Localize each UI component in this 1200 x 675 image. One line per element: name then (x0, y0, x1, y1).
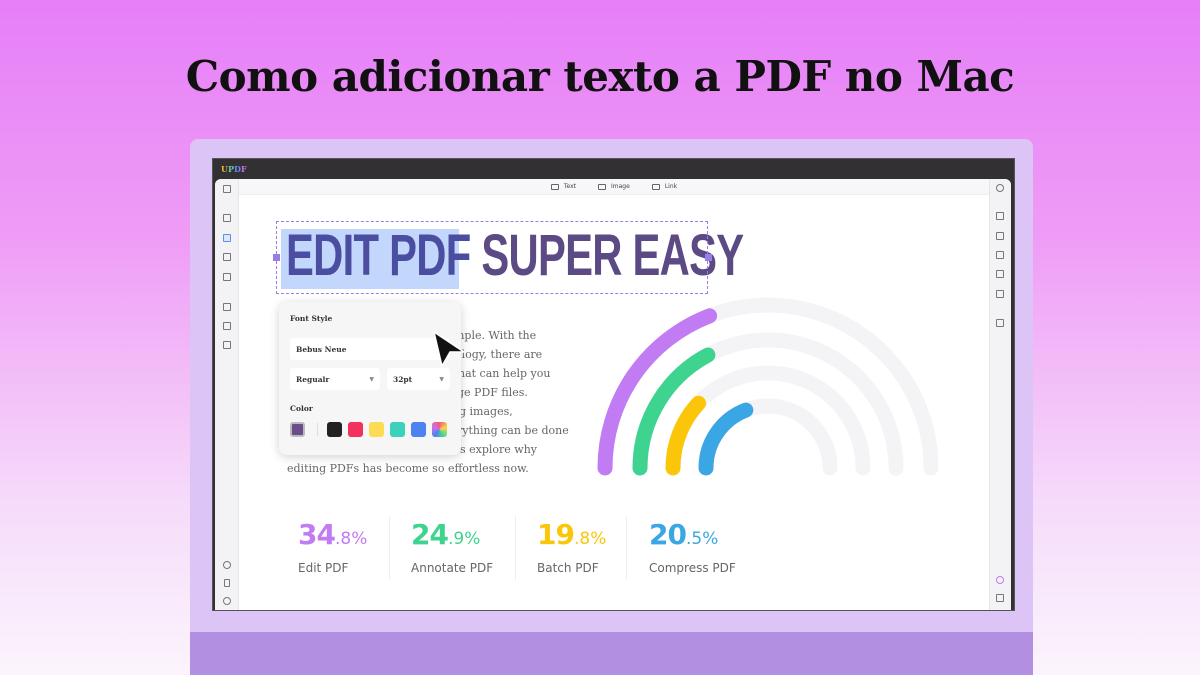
stat-compress-pdf: 20.5% Compress PDF (649, 518, 736, 575)
divider (389, 516, 390, 580)
stat-value: 34.8% (298, 518, 368, 551)
divider (515, 516, 516, 580)
stat-edit-pdf: 34.8% Edit PDF (298, 518, 367, 575)
stat-value: 24.9% (411, 518, 481, 551)
stat-value: 20.5% (649, 518, 719, 551)
stat-label: Annotate PDF (411, 561, 494, 575)
divider (626, 516, 627, 580)
pdf-page: EDIT PDF SUPER EASY mple. With the ology… (0, 0, 1200, 675)
stat-batch-pdf: 19.8% Batch PDF (537, 518, 606, 575)
arc-batch-pdf (665, 395, 707, 476)
stat-label: Compress PDF (649, 561, 736, 575)
arc-compress-pdf (698, 402, 754, 476)
stat-label: Edit PDF (298, 561, 349, 575)
stat-label: Batch PDF (537, 561, 599, 575)
arc-track (597, 297, 939, 476)
stat-annotate-pdf: 24.9% Annotate PDF (411, 518, 493, 575)
stat-value: 19.8% (537, 518, 607, 551)
